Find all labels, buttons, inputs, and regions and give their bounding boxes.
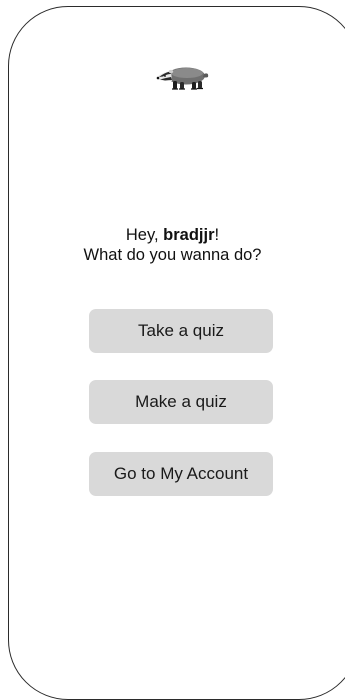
my-account-button[interactable]: Go to My Account bbox=[89, 452, 273, 496]
greeting-question: What do you wanna do? bbox=[83, 246, 262, 264]
greeting-suffix: ! bbox=[214, 226, 220, 244]
take-quiz-button[interactable]: Take a quiz bbox=[89, 309, 273, 353]
greeting-text: Hey, bradjjr! What do you wanna do? bbox=[0, 225, 345, 265]
username: bradjjr bbox=[163, 226, 215, 244]
make-quiz-button[interactable]: Make a quiz bbox=[89, 380, 273, 424]
phone-frame bbox=[8, 6, 345, 700]
greeting-prefix: Hey, bbox=[125, 226, 164, 244]
greeting-line: Hey, bradjjr! bbox=[0, 225, 345, 245]
badger-icon bbox=[156, 67, 209, 90]
